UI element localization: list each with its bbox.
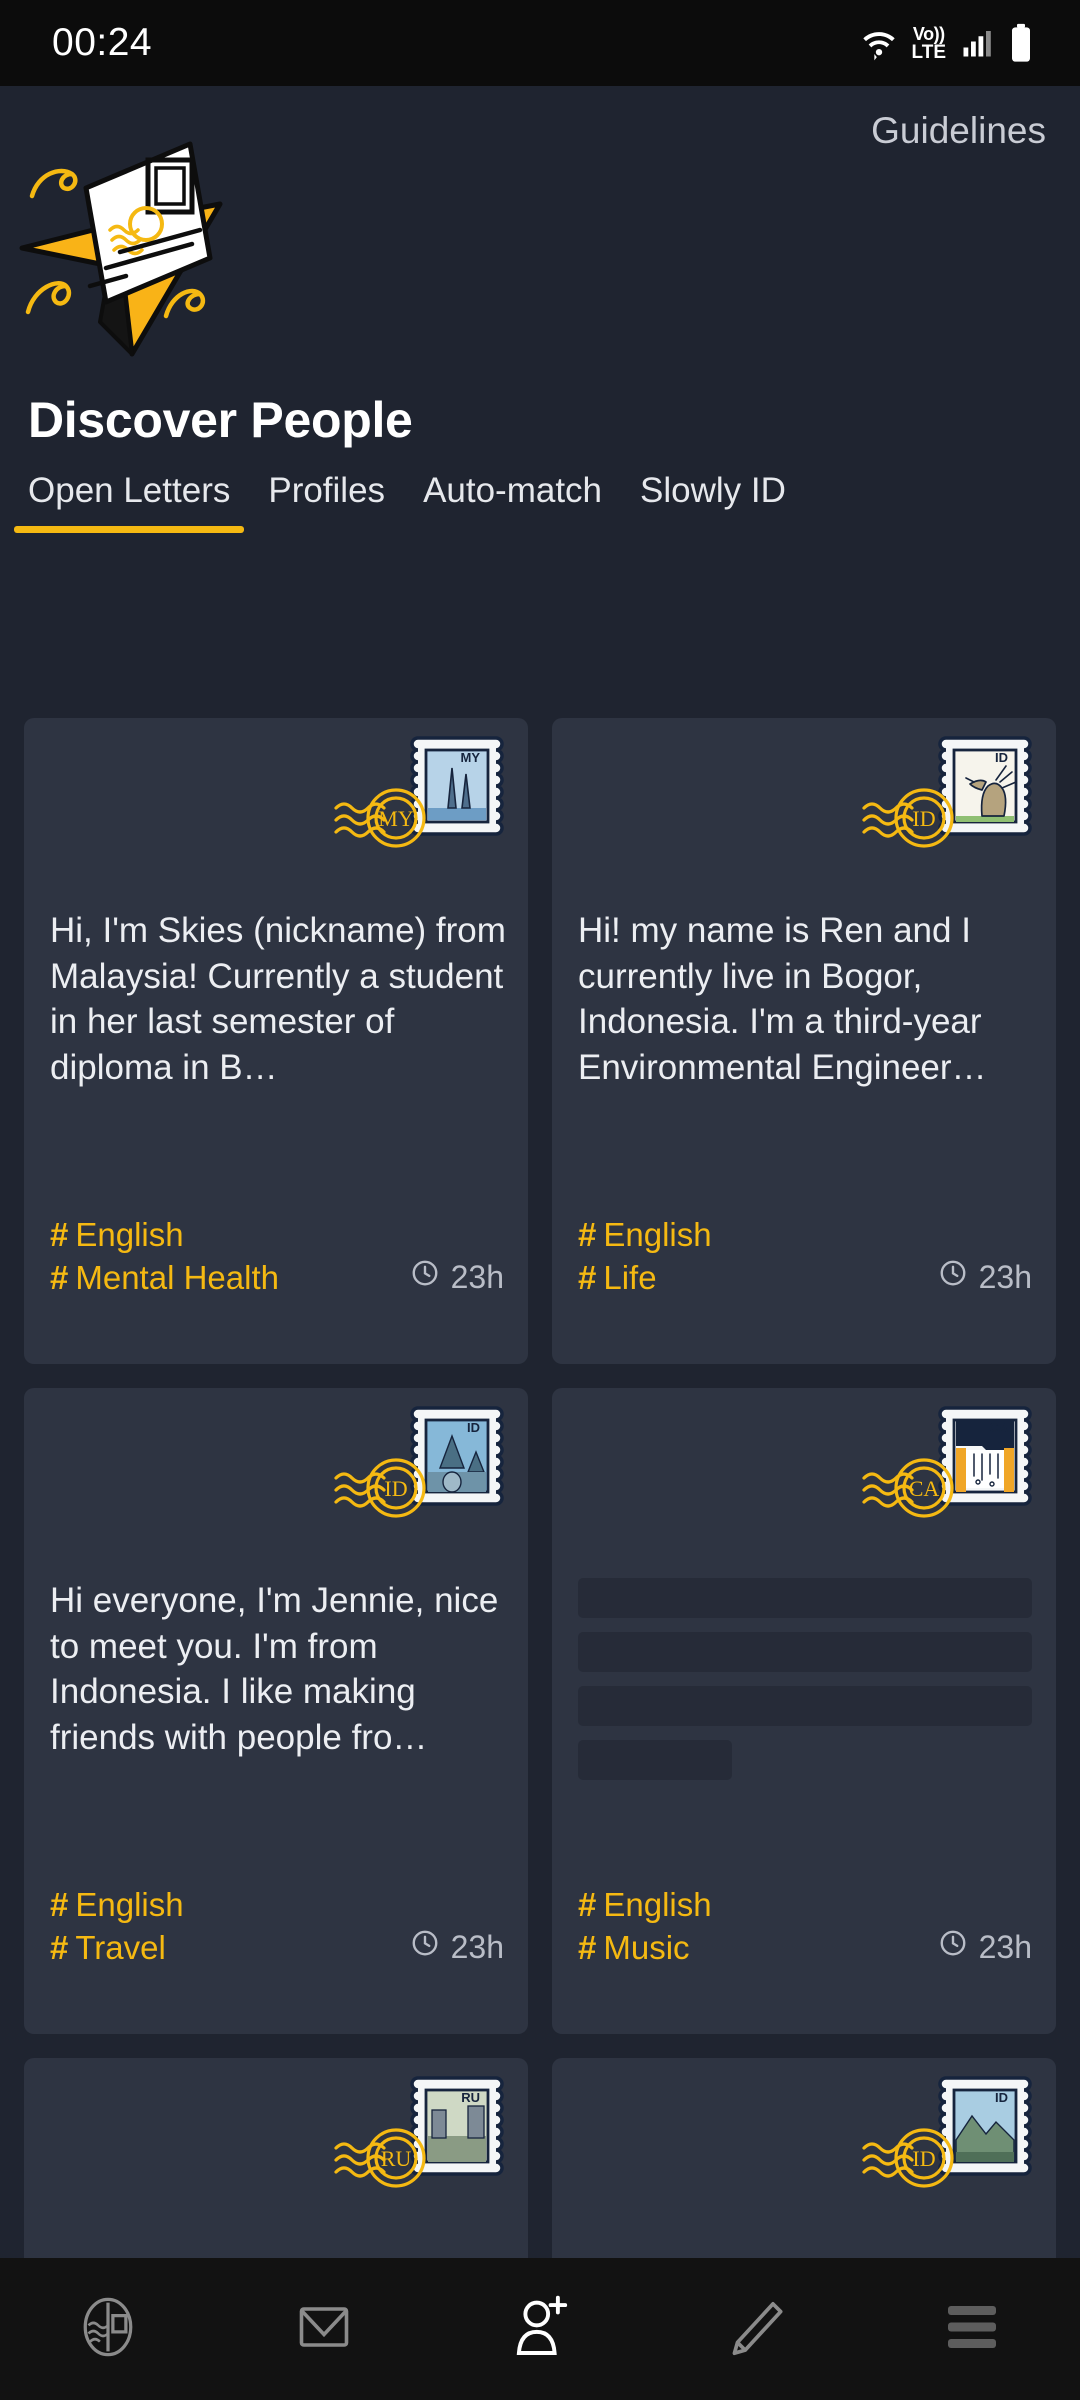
paper-plane-letter-illustration <box>14 126 354 366</box>
tab-slowly-id[interactable]: Slowly ID <box>640 471 786 533</box>
postmark-country-code: ID <box>912 806 935 831</box>
stamp-ru-street: RU RU <box>326 2076 506 2206</box>
postmark-country-code: RU <box>381 2146 412 2171</box>
svg-text:CA: CA <box>989 1420 1008 1435</box>
tag-label: Travel <box>75 1929 166 1967</box>
letter-preview-text: Hi everyone, I'm Jennie, nice to meet yo… <box>50 1581 499 1757</box>
postmark-country-code: ID <box>384 1476 407 1501</box>
svg-text:MY: MY <box>461 750 481 765</box>
letter-card[interactable]: ID ID Hi everyone, I'm Jennie, nice to m… <box>24 1388 528 2034</box>
clock-icon <box>410 1258 440 1296</box>
time-label: 23h <box>978 1258 1032 1295</box>
tag-label: English <box>603 1215 712 1253</box>
stamp-id-mountain: ID ID <box>854 2076 1034 2206</box>
time-label: 23h <box>450 1928 504 1965</box>
letter-time: 23h <box>410 1928 504 1966</box>
tag-label: Mental Health <box>75 1259 279 1297</box>
tab-label: Slowly ID <box>640 471 786 510</box>
clock-icon <box>938 1258 968 1296</box>
envelope-icon <box>288 2291 360 2368</box>
page-header: Guidelines Discover People Open Letters … <box>0 86 1080 533</box>
guidelines-link[interactable]: Guidelines <box>871 110 1046 152</box>
tab-open-letters[interactable]: Open Letters <box>14 471 245 533</box>
clock-icon <box>938 1928 968 1966</box>
tag-label: Music <box>603 1929 690 1967</box>
letter-tags: # English # Travel <box>50 1883 184 1970</box>
tab-auto-match[interactable]: Auto-match <box>423 471 602 533</box>
tab-active-underline <box>14 526 245 533</box>
letter-card[interactable]: ID ID Hi! my name is Ren and I currently… <box>552 718 1056 1364</box>
open-letters-grid[interactable]: MY MY Hi, I'm Skies (nickname) from Mala… <box>0 718 1080 2258</box>
battery-icon <box>1008 23 1034 63</box>
wifi-icon <box>859 23 899 63</box>
tag-label: English <box>75 1885 184 1923</box>
bottom-navigation-bar[interactable] <box>0 2258 1080 2400</box>
postmark-country-code: CA <box>909 1476 940 1501</box>
hamburger-menu-icon <box>936 2297 1008 2362</box>
status-icon-group: Vo)) LTE <box>859 23 1034 63</box>
volte-icon: Vo)) LTE <box>911 23 946 63</box>
postmark-country-code: ID <box>912 2146 935 2171</box>
svg-text:ID: ID <box>995 2090 1008 2105</box>
svg-text:ID: ID <box>467 1420 480 1435</box>
nav-item-postmark[interactable] <box>0 2288 216 2371</box>
nav-item-compose[interactable] <box>648 2290 864 2369</box>
stamp-ca-niagara-falls: CA CA <box>854 1406 1034 1536</box>
page-title: Discover People <box>28 392 413 448</box>
pencil-icon <box>719 2290 793 2369</box>
nav-item-discover-people[interactable] <box>432 2288 648 2371</box>
letter-tags: # English # Life <box>578 1213 712 1300</box>
skeleton-line <box>578 1632 1032 1672</box>
tag-item[interactable]: # English <box>50 1213 279 1257</box>
tag-item[interactable]: # English <box>50 1883 184 1927</box>
loading-skeleton <box>578 1578 1032 1794</box>
time-label: 23h <box>978 1928 1032 1965</box>
postmark-stamp-icon <box>69 2288 147 2371</box>
letter-preview-text: Hi, I'm Skies (nickname) from Malaysia! … <box>50 911 506 1087</box>
letter-time: 23h <box>938 1928 1032 1966</box>
skeleton-line <box>578 1686 1032 1726</box>
letter-time: 23h <box>938 1258 1032 1296</box>
nav-item-menu[interactable] <box>864 2297 1080 2362</box>
stamp-id-borobudur-temple: ID ID <box>326 1406 506 1536</box>
tag-label: Life <box>603 1259 657 1297</box>
tag-item[interactable]: # Mental Health <box>50 1256 279 1300</box>
skeleton-line <box>578 1578 1032 1618</box>
letter-preview-text: Hi! my name is Ren and I currently live … <box>578 911 987 1087</box>
tag-item[interactable]: # Music <box>578 1926 712 1970</box>
tag-item[interactable]: # Life <box>578 1256 712 1300</box>
tab-bar[interactable]: Open Letters Profiles Auto-match Slowly … <box>0 471 1080 533</box>
svg-text:RU: RU <box>461 2090 480 2105</box>
letter-card[interactable]: MY MY Hi, I'm Skies (nickname) from Mala… <box>24 718 528 1364</box>
letter-tags: # English # Music <box>578 1883 712 1970</box>
status-time: 00:24 <box>52 21 153 64</box>
tag-item[interactable]: # English <box>578 1213 712 1257</box>
postmark-country-code: MY <box>378 806 414 831</box>
tag-item[interactable]: # English <box>578 1883 712 1927</box>
letter-card[interactable]: ID ID <box>552 2058 1056 2258</box>
tab-label: Open Letters <box>28 471 231 510</box>
tag-item[interactable]: # Travel <box>50 1926 184 1970</box>
tag-label: English <box>603 1885 712 1923</box>
tab-label: Profiles <box>268 471 386 510</box>
svg-text:ID: ID <box>995 750 1008 765</box>
signal-icon <box>959 25 995 61</box>
letter-time: 23h <box>410 1258 504 1296</box>
tag-label: English <box>75 1215 184 1253</box>
status-bar: 00:24 Vo)) LTE <box>0 0 1080 86</box>
tab-profiles[interactable]: Profiles <box>268 471 385 533</box>
letter-tags: # English # Mental Health <box>50 1213 279 1300</box>
tab-label: Auto-match <box>423 471 603 510</box>
stamp-id-komodo-dragon: ID ID <box>854 736 1034 866</box>
time-label: 23h <box>450 1258 504 1295</box>
add-person-icon <box>501 2288 579 2371</box>
nav-item-messages[interactable] <box>216 2291 432 2368</box>
stamp-my-petronas-towers: MY MY <box>326 736 506 866</box>
letter-card[interactable]: CA CA # English # Music 23h <box>552 1388 1056 2034</box>
letter-card[interactable]: RU RU <box>24 2058 528 2258</box>
clock-icon <box>410 1928 440 1966</box>
skeleton-line <box>578 1740 733 1780</box>
